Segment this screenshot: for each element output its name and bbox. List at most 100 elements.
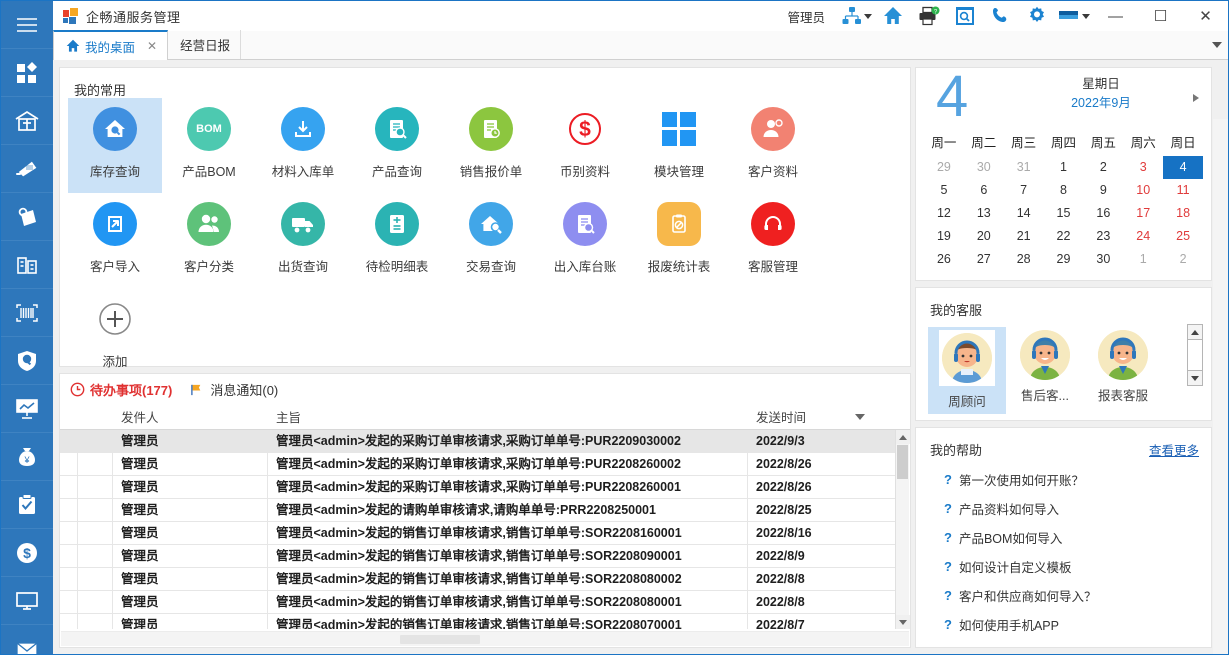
calendar-day[interactable]: 2	[1163, 248, 1203, 271]
presentation-chart-icon[interactable]	[1, 385, 53, 433]
tab-business-report[interactable]: 经营日报	[168, 30, 242, 59]
calendar-day[interactable]: 30	[1083, 248, 1123, 271]
checklist-icon[interactable]	[1, 481, 53, 529]
org-chart-icon[interactable]	[842, 1, 872, 31]
fav-item-shipment-query[interactable]: 出货查询	[256, 193, 350, 288]
calendar-day[interactable]: 28	[1004, 248, 1044, 271]
row-checkbox-cell[interactable]	[60, 498, 78, 522]
fav-item-material-inbound[interactable]: 材料入库单	[256, 98, 350, 193]
help-list-item[interactable]: ? 客户和供应商如何导入？	[916, 581, 1211, 610]
monitor-icon[interactable]	[1, 577, 53, 625]
service-agent-item[interactable]: 售后客...	[1006, 327, 1084, 414]
calendar-day[interactable]: 27	[964, 248, 1004, 271]
table-row[interactable]: 管理员 管理员<admin>发起的销售订单审核请求,销售订单单号:SOR2208…	[60, 613, 896, 629]
calendar-day[interactable]: 17	[1123, 202, 1163, 225]
col-header-sender[interactable]: 发件人	[113, 407, 268, 426]
view-more-link[interactable]: 查看更多	[1149, 440, 1199, 459]
calendar-day[interactable]: 3	[1123, 156, 1163, 179]
calendar-month-label[interactable]: 2022年9月	[1026, 92, 1176, 111]
fav-item-inventory-query[interactable]: 库存查询	[68, 98, 162, 193]
sort-descending-icon[interactable]	[855, 414, 865, 420]
scroll-down-icon[interactable]	[896, 615, 910, 629]
home-icon[interactable]	[878, 1, 908, 31]
company-icon[interactable]	[1, 241, 53, 289]
row-flag-cell[interactable]	[78, 475, 113, 499]
help-list-item[interactable]: ? 第一次使用如何开账？	[916, 465, 1211, 494]
calendar-day[interactable]: 2	[1083, 156, 1123, 179]
fav-item-customer-category[interactable]: 客户分类	[162, 193, 256, 288]
barcode-icon[interactable]	[1, 289, 53, 337]
table-row[interactable]: 管理员 管理员<admin>发起的采购订单审核请求,采购订单单号:PUR2208…	[60, 452, 896, 476]
row-flag-cell[interactable]	[78, 521, 113, 545]
service-list-scrollbar[interactable]	[1187, 324, 1203, 386]
dollar-circle-icon[interactable]: $	[1, 529, 53, 577]
calendar-day[interactable]: 8	[1044, 179, 1084, 202]
table-row[interactable]: 管理员 管理员<admin>发起的采购订单审核请求,采购订单单号:PUR2208…	[60, 475, 896, 499]
col-header-send-time[interactable]: 发送时间	[748, 407, 878, 426]
calendar-day[interactable]: 20	[964, 225, 1004, 248]
scrollbar-thumb[interactable]	[897, 445, 908, 479]
fav-item-module-management[interactable]: 模块管理	[632, 98, 726, 193]
phone-icon[interactable]	[986, 1, 1016, 31]
calendar-day-today[interactable]: 4	[1163, 156, 1204, 179]
calendar-day[interactable]: 21	[1004, 225, 1044, 248]
help-list-item[interactable]: ? 产品BOM如何导入	[916, 523, 1211, 552]
fav-item-currency-info[interactable]: $ 币别资料	[538, 98, 632, 193]
scroll-up-icon[interactable]	[896, 430, 910, 444]
calendar-day[interactable]: 1	[1123, 248, 1163, 271]
calendar-day[interactable]: 15	[1044, 202, 1084, 225]
fav-item-pending-inspection[interactable]: 待检明细表	[350, 193, 444, 288]
row-checkbox-cell[interactable]	[60, 544, 78, 568]
fav-item-product-bom[interactable]: BOM 产品BOM	[162, 98, 256, 193]
display-icon[interactable]	[1058, 1, 1090, 31]
fav-item-scrap-statistics[interactable]: 报废统计表	[632, 193, 726, 288]
help-list-item[interactable]: ? 产品资料如何导入	[916, 494, 1211, 523]
calendar-day[interactable]: 24	[1123, 225, 1163, 248]
row-flag-cell[interactable]	[78, 613, 113, 629]
page-scrollbar[interactable]	[1213, 119, 1228, 654]
quality-shield-icon[interactable]	[1, 337, 53, 385]
fav-item-customer-info[interactable]: 客户资料	[726, 98, 820, 193]
calendar-day[interactable]: 13	[964, 202, 1004, 225]
table-row[interactable]: 管理员 管理员<admin>发起的销售订单审核请求,销售订单单号:SOR2208…	[60, 567, 896, 591]
calendar-day[interactable]: 25	[1163, 225, 1203, 248]
row-flag-cell[interactable]	[78, 430, 113, 453]
fav-item-customer-import[interactable]: 客户导入	[68, 193, 162, 288]
calendar-day[interactable]: 1	[1044, 156, 1084, 179]
col-header-subject[interactable]: 主旨	[268, 407, 748, 426]
purchase-bag-icon[interactable]	[1, 193, 53, 241]
menu-icon[interactable]	[1, 1, 53, 49]
calendar-day[interactable]: 19	[924, 225, 964, 248]
chevron-down-icon[interactable]	[864, 13, 872, 19]
calendar-day[interactable]: 29	[924, 156, 964, 179]
table-row[interactable]: 管理员 管理员<admin>发起的请购单审核请求,请购单单号:PRR220825…	[60, 498, 896, 522]
calendar-day[interactable]: 29	[1044, 248, 1084, 271]
close-button[interactable]: ✕	[1183, 1, 1228, 31]
calendar-day[interactable]: 5	[924, 179, 964, 202]
row-checkbox-cell[interactable]	[60, 452, 78, 476]
warehouse-icon[interactable]	[1, 97, 53, 145]
table-row[interactable]: 管理员 管理员<admin>发起的销售订单审核请求,销售订单单号:SOR2208…	[60, 590, 896, 614]
table-vertical-scrollbar[interactable]	[895, 430, 910, 629]
money-bag-icon[interactable]: ¥	[1, 433, 53, 481]
calendar-day[interactable]: 16	[1083, 202, 1123, 225]
row-checkbox-cell[interactable]	[60, 590, 78, 614]
fav-item-sales-quotation[interactable]: 销售报价单	[444, 98, 538, 193]
calendar-day[interactable]: 30	[964, 156, 1004, 179]
row-flag-cell[interactable]	[78, 567, 113, 591]
scroll-up-icon[interactable]	[1188, 325, 1202, 340]
row-checkbox-cell[interactable]	[60, 430, 78, 453]
calendar-day[interactable]: 9	[1083, 179, 1123, 202]
search-box-icon[interactable]	[950, 1, 980, 31]
calendar-day[interactable]: 23	[1083, 225, 1123, 248]
service-agent-item[interactable]: 周顾问	[928, 327, 1006, 414]
table-row[interactable]: 管理员 管理员<admin>发起的销售订单审核请求,销售订单单号:SOR2208…	[60, 544, 896, 568]
chevron-down-icon[interactable]	[1082, 13, 1090, 19]
row-flag-cell[interactable]	[78, 498, 113, 522]
chevron-right-icon[interactable]	[1193, 94, 1199, 102]
gear-icon[interactable]	[1022, 1, 1052, 31]
fav-item-product-query[interactable]: 产品查询	[350, 98, 444, 193]
table-row[interactable]: 管理员 管理员<admin>发起的销售订单审核请求,销售订单单号:SOR2208…	[60, 521, 896, 545]
dashboard-icon[interactable]	[1, 49, 53, 97]
row-checkbox-cell[interactable]	[60, 475, 78, 499]
